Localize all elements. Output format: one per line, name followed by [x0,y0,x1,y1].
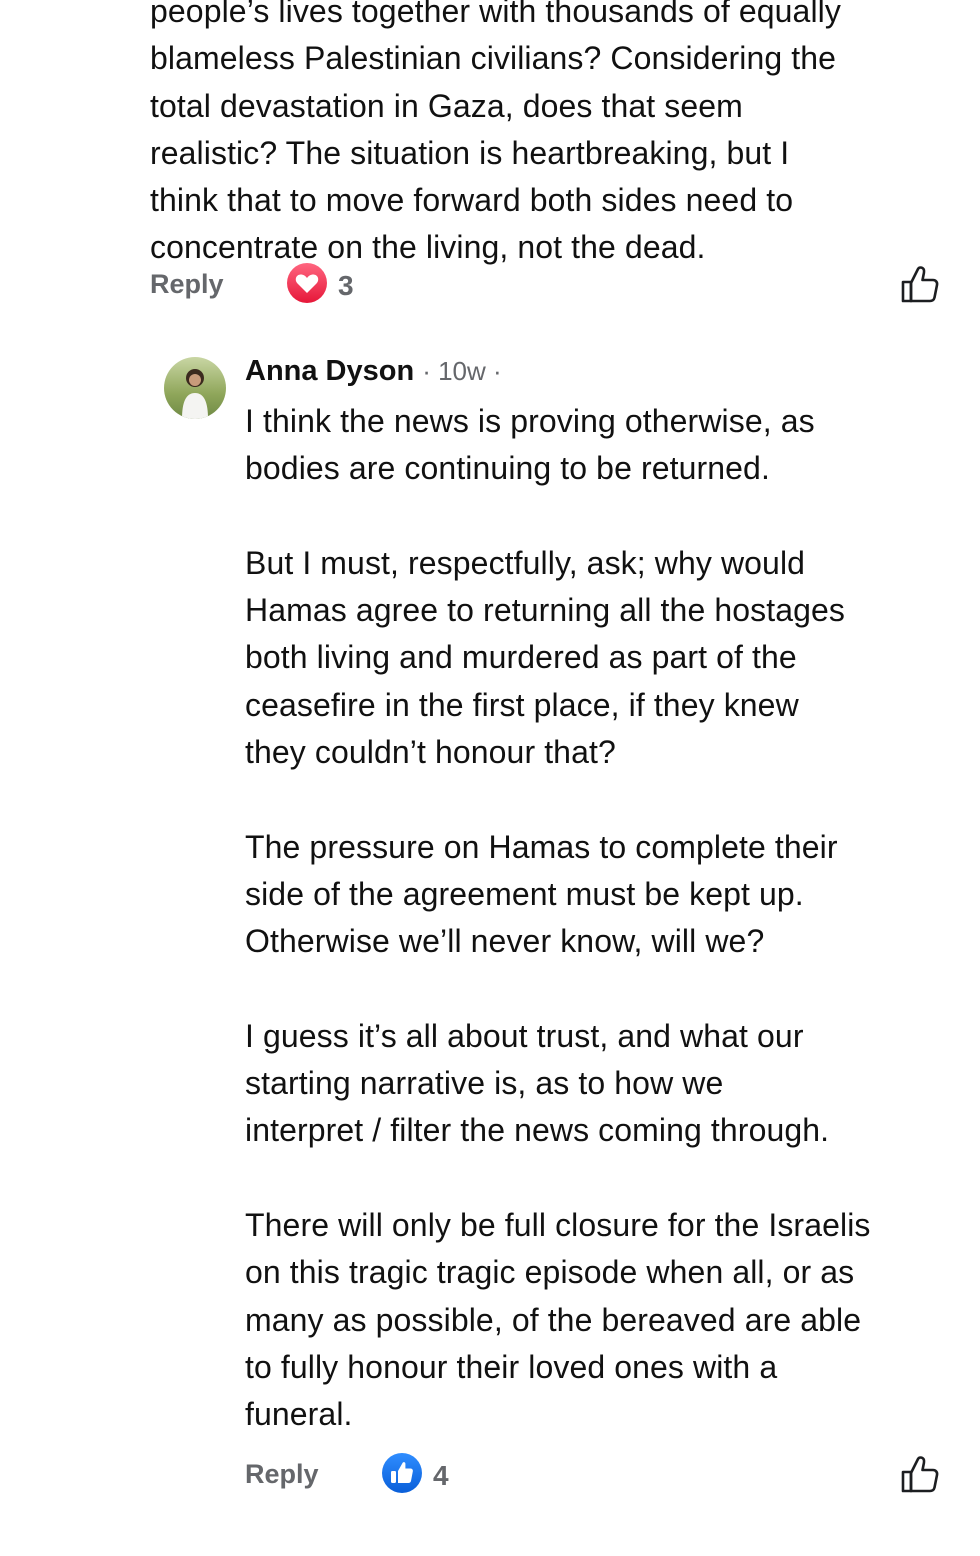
reaction-summary[interactable]: 3 [286,262,354,309]
reply-comment-text: I think the news is proving otherwise, a… [245,403,871,1433]
reaction-summary[interactable]: 4 [381,1452,449,1499]
reply-button[interactable]: Reply [150,269,224,300]
author-name[interactable]: Anna Dyson [245,355,414,388]
reaction-count: 4 [433,1459,449,1491]
like-button[interactable] [900,1454,940,1494]
like-button[interactable] [900,264,940,304]
thumbs-up-outline-icon [901,266,939,303]
heart-icon [286,262,328,309]
parent-comment-actions: Reply [150,262,224,306]
avatar[interactable] [164,357,226,419]
thumbs-up-icon [381,1452,423,1499]
reaction-count: 3 [338,269,354,301]
thumbs-up-outline-icon [901,1456,939,1493]
reply-button[interactable]: Reply [245,1459,319,1490]
reply-comment-actions: Reply [245,1452,319,1496]
comment-meta: Anna Dyson · 10w · [245,355,502,388]
timestamp[interactable]: · 10w · [422,356,501,387]
parent-comment-text: people’s lives together with thousands o… [150,0,841,266]
profile-photo [164,357,226,419]
